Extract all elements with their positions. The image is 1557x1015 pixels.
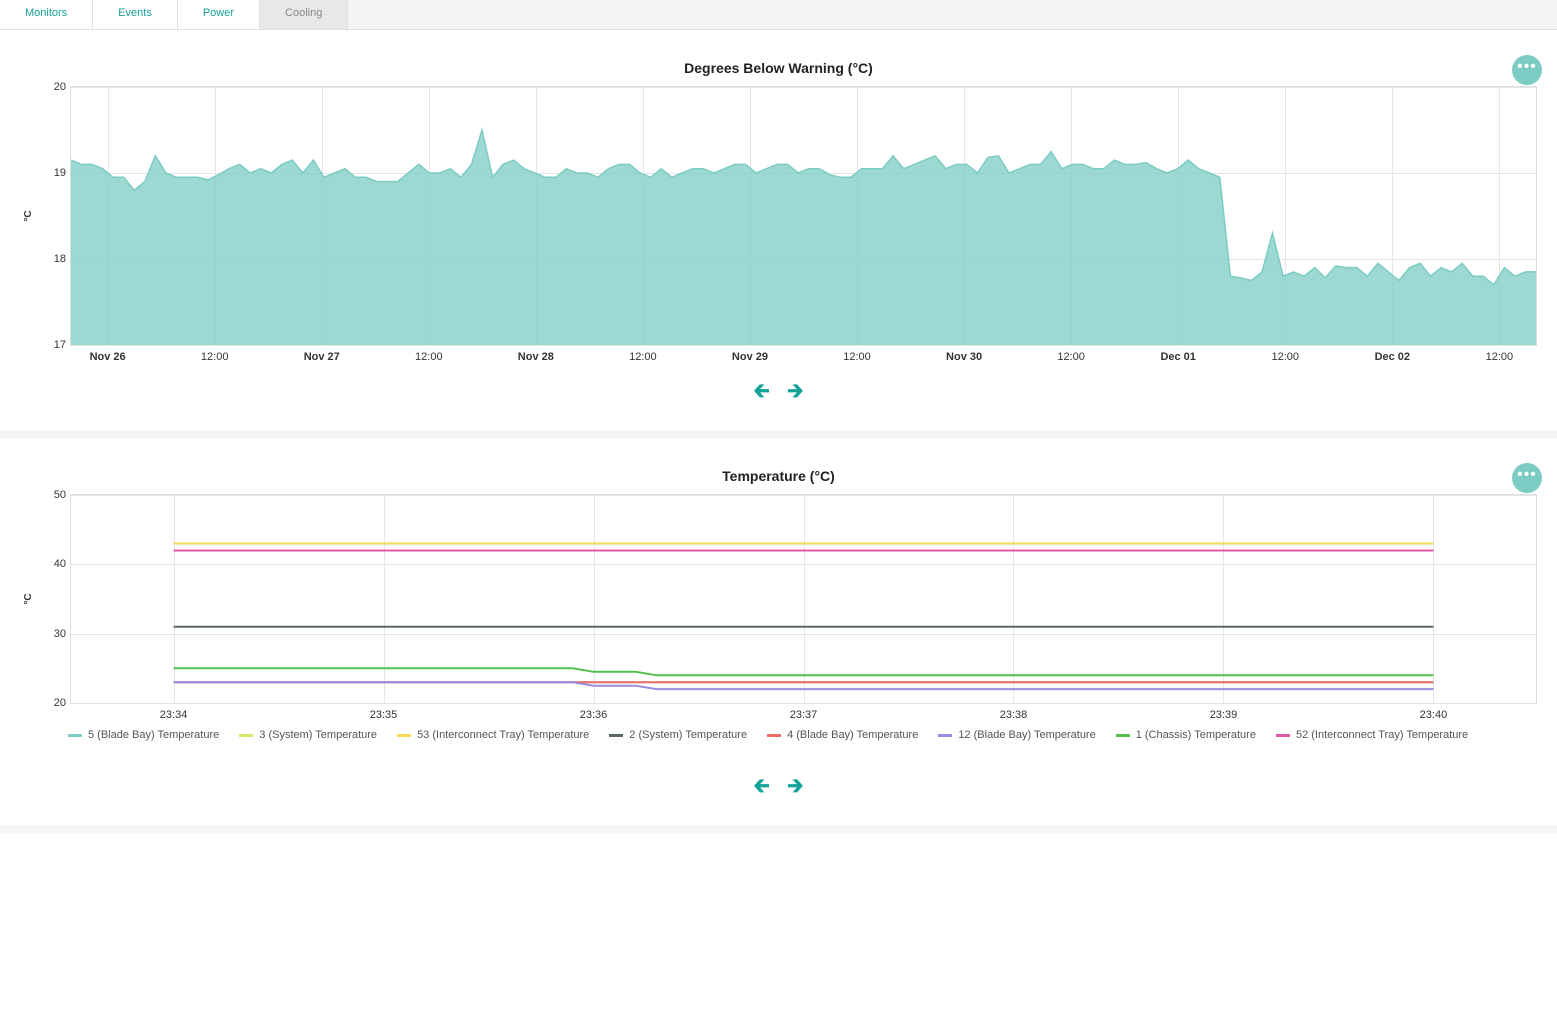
x-tick-label: 23:35 [370,709,398,721]
chart-nav-next[interactable]: 🡲 [787,376,803,410]
x-tick-label: Nov 26 [90,351,126,363]
y-axis-label: °C [23,210,34,221]
legend-label: 12 (Blade Bay) Temperature [958,729,1095,741]
x-tick-label: 12:00 [1057,351,1085,363]
chart-legend: 5 (Blade Bay) Temperature 3 (System) Temp… [68,729,1537,741]
chart-nav-prev[interactable]: 🡰 [754,771,770,805]
x-tick-label: Nov 29 [732,351,768,363]
chart-degrees-below-warning: ••• Degrees Below Warning (°C) °C 171819… [0,30,1557,438]
legend-item[interactable]: 1 (Chassis) Temperature [1116,729,1256,741]
legend-item[interactable]: 5 (Blade Bay) Temperature [68,729,219,741]
legend-swatch [1276,734,1290,737]
tab-monitors[interactable]: Monitors [0,0,93,29]
x-tick-label: 23:40 [1420,709,1448,721]
legend-swatch [938,734,952,737]
y-tick-label: 18 [41,253,66,265]
x-tick-label: 12:00 [629,351,657,363]
chart-temperature: ••• Temperature (°C) °C 2030405023:3423:… [0,438,1557,833]
legend-swatch [767,734,781,737]
x-tick-label: 12:00 [415,351,443,363]
chart-options-button[interactable]: ••• [1512,55,1542,85]
legend-item[interactable]: 52 (Interconnect Tray) Temperature [1276,729,1468,741]
legend-swatch [68,734,82,737]
y-tick-label: 20 [41,81,66,93]
legend-label: 52 (Interconnect Tray) Temperature [1296,729,1468,741]
legend-swatch [397,734,411,737]
legend-swatch [239,734,253,737]
chart-title: Temperature (°C) [20,448,1537,494]
legend-label: 4 (Blade Bay) Temperature [787,729,918,741]
chart-options-button[interactable]: ••• [1512,463,1542,493]
more-icon: ••• [1517,59,1537,75]
y-tick-label: 30 [41,628,66,640]
legend-label: 5 (Blade Bay) Temperature [88,729,219,741]
legend-label: 2 (System) Temperature [629,729,747,741]
y-tick-label: 20 [41,697,66,709]
x-tick-label: Dec 01 [1160,351,1195,363]
legend-item[interactable]: 3 (System) Temperature [239,729,377,741]
y-axis-label: °C [23,593,34,604]
legend-item[interactable]: 53 (Interconnect Tray) Temperature [397,729,589,741]
x-tick-label: 12:00 [201,351,229,363]
tab-power[interactable]: Power [178,0,260,29]
x-tick-label: Nov 27 [304,351,340,363]
x-tick-label: 12:00 [1486,351,1514,363]
x-tick-label: 12:00 [843,351,871,363]
chart-plot-area[interactable]: 17181920Nov 2612:00Nov 2712:00Nov 2812:0… [70,86,1537,346]
tab-events[interactable]: Events [93,0,178,29]
legend-swatch [609,734,623,737]
x-tick-label: Nov 30 [946,351,982,363]
chart-nav-prev[interactable]: 🡰 [754,376,770,410]
tab-cooling[interactable]: Cooling [260,0,348,29]
legend-swatch [1116,734,1130,737]
legend-label: 3 (System) Temperature [259,729,377,741]
tab-bar: Monitors Events Power Cooling [0,0,1557,30]
chart-plot-area[interactable]: 2030405023:3423:3523:3623:3723:3823:3923… [70,494,1537,704]
y-tick-label: 17 [41,339,66,351]
x-tick-label: 23:34 [160,709,188,721]
y-tick-label: 50 [41,489,66,501]
y-tick-label: 40 [41,558,66,570]
legend-item[interactable]: 2 (System) Temperature [609,729,747,741]
legend-item[interactable]: 12 (Blade Bay) Temperature [938,729,1095,741]
x-tick-label: 23:39 [1210,709,1238,721]
x-tick-label: 12:00 [1271,351,1299,363]
legend-label: 1 (Chassis) Temperature [1136,729,1256,741]
x-tick-label: 23:36 [580,709,608,721]
chart-nav-next[interactable]: 🡲 [787,771,803,805]
more-icon: ••• [1517,467,1537,483]
legend-label: 53 (Interconnect Tray) Temperature [417,729,589,741]
x-tick-label: 23:38 [1000,709,1028,721]
x-tick-label: Dec 02 [1375,351,1410,363]
legend-item[interactable]: 4 (Blade Bay) Temperature [767,729,918,741]
x-tick-label: Nov 28 [518,351,554,363]
chart-nav: 🡰 🡲 [20,771,1537,805]
chart-nav: 🡰 🡲 [20,376,1537,410]
x-tick-label: 23:37 [790,709,818,721]
chart-title: Degrees Below Warning (°C) [20,40,1537,86]
y-tick-label: 19 [41,167,66,179]
